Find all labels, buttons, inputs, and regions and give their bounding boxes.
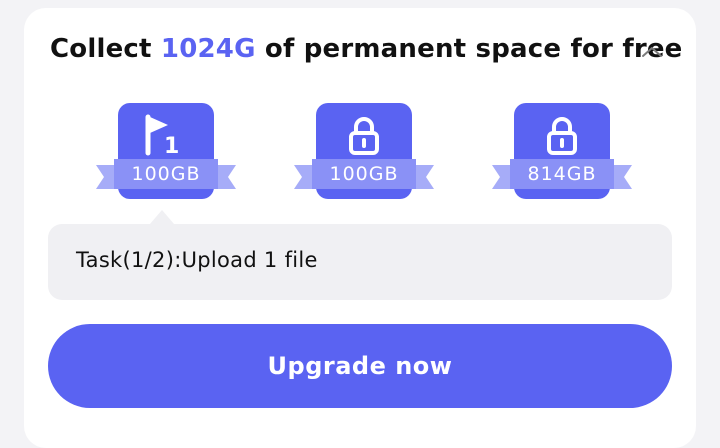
card-title: Collect 1024G of permanent space for fre… bbox=[50, 34, 683, 64]
reward-tier-3[interactable]: 814GB bbox=[492, 103, 632, 213]
chevron-up-icon bbox=[642, 47, 662, 57]
reward-tier-2[interactable]: 100GB bbox=[294, 103, 434, 213]
reward-tier-1[interactable]: 1 100GB bbox=[96, 103, 236, 213]
lock-icon bbox=[514, 115, 610, 155]
lock-icon bbox=[316, 115, 412, 155]
card-header: Collect 1024G of permanent space for fre… bbox=[50, 30, 682, 74]
reward-tiers: 1 100GB 100GB 814GB bbox=[96, 103, 656, 213]
reward-amount: 814GB bbox=[527, 163, 597, 185]
task-panel: Task(1/2):Upload 1 file bbox=[48, 224, 672, 300]
title-prefix: Collect bbox=[50, 34, 161, 64]
task-description: Task(1/2):Upload 1 file bbox=[76, 248, 318, 272]
reward-amount: 100GB bbox=[329, 163, 399, 185]
title-highlight: 1024G bbox=[160, 34, 256, 64]
task-pointer bbox=[150, 210, 174, 224]
upgrade-button[interactable]: Upgrade now bbox=[48, 324, 672, 408]
title-suffix: of permanent space for free bbox=[255, 34, 683, 64]
collapse-button[interactable] bbox=[634, 34, 670, 70]
flag-icon: 1 bbox=[118, 114, 214, 157]
flag-step-number: 1 bbox=[164, 134, 179, 157]
reward-amount: 100GB bbox=[131, 163, 201, 185]
